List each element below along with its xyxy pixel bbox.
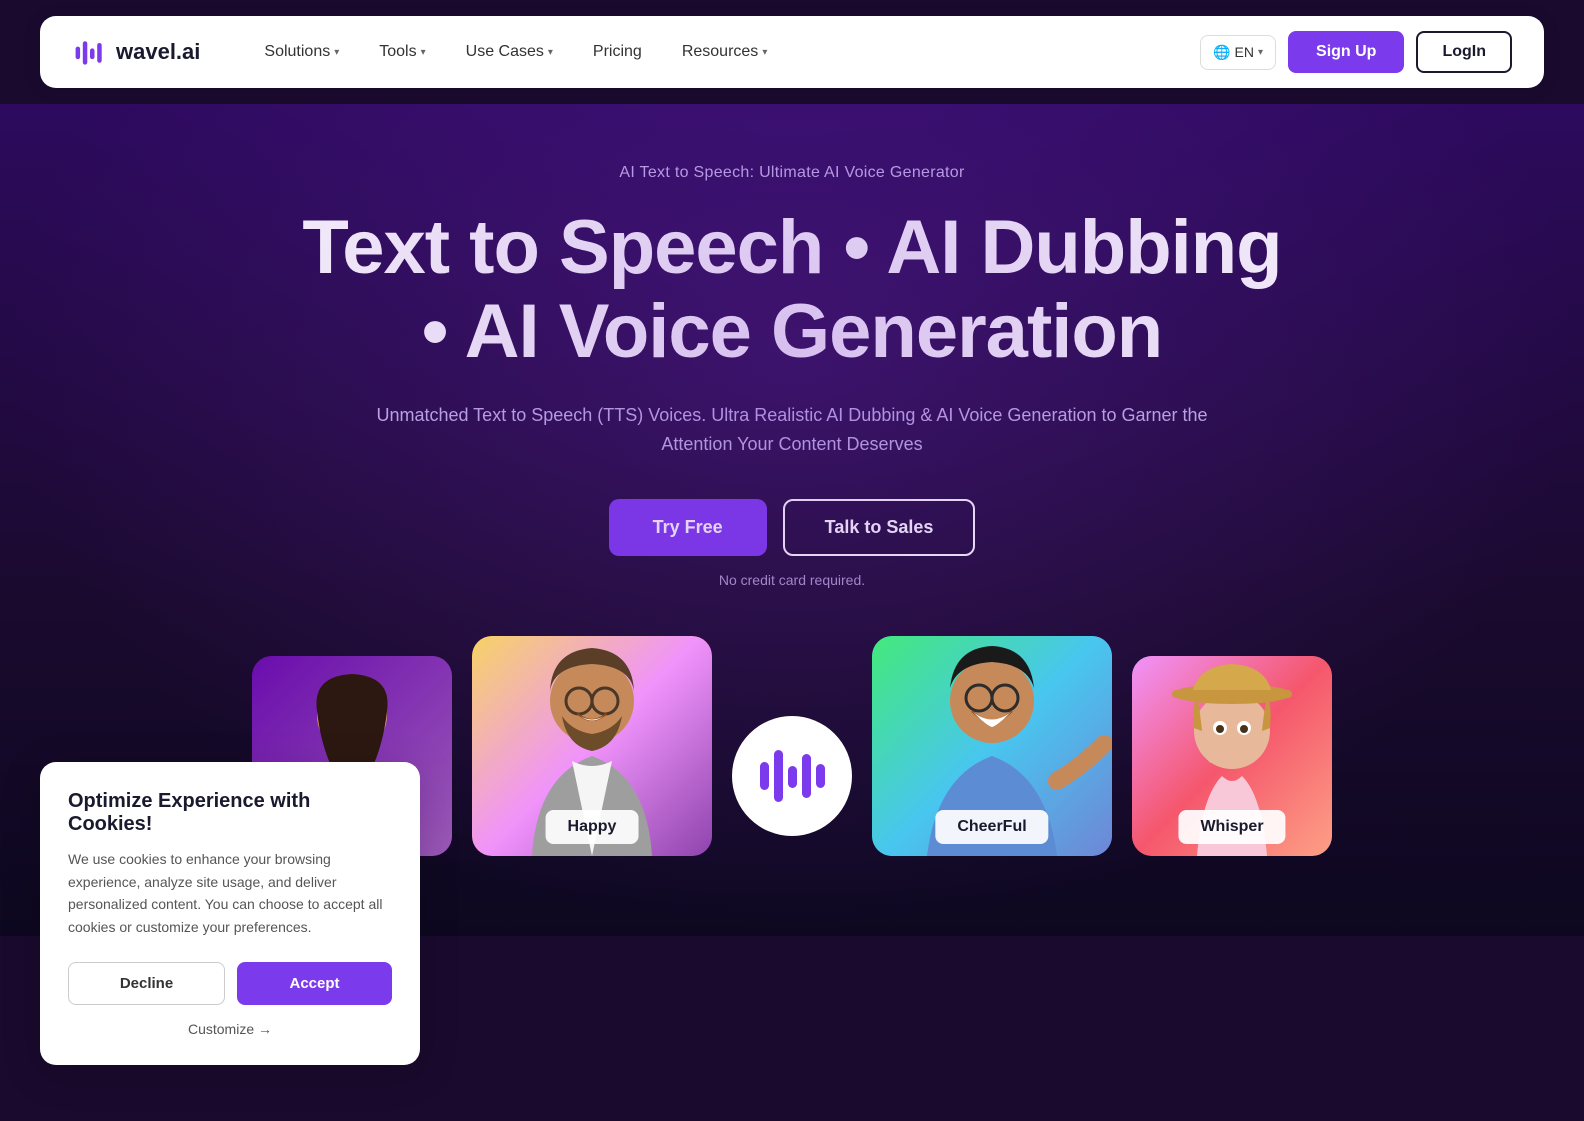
navbar: wavel.ai Solutions ▾ Tools ▾ Use Cases ▾… xyxy=(40,16,1544,88)
use-cases-chevron-icon: ▾ xyxy=(548,47,553,58)
cookie-title: Optimize Experience with Cookies! xyxy=(68,790,392,836)
nav-actions: 🌐 EN ▾ Sign Up LogIn xyxy=(1200,31,1512,73)
hero-title: Text to Speech • AI Dubbing • AI Voice G… xyxy=(40,206,1544,373)
globe-icon: 🌐 xyxy=(1213,44,1230,61)
resources-chevron-icon: ▾ xyxy=(762,47,767,58)
cookie-action-buttons: Decline Accept xyxy=(68,962,392,1005)
cookie-description: We use cookies to enhance your browsing … xyxy=(68,848,392,938)
nav-tools[interactable]: Tools ▾ xyxy=(363,35,441,69)
nav-links: Solutions ▾ Tools ▾ Use Cases ▾ Pricing … xyxy=(248,35,1200,69)
try-free-button[interactable]: Try Free xyxy=(609,499,767,556)
language-selector[interactable]: 🌐 EN ▾ xyxy=(1200,35,1276,70)
logo-text: wavel.ai xyxy=(116,39,200,65)
tools-chevron-icon: ▾ xyxy=(421,47,426,58)
no-credit-text: No credit card required. xyxy=(40,572,1544,588)
login-button[interactable]: LogIn xyxy=(1416,31,1512,73)
solutions-chevron-icon: ▾ xyxy=(334,47,339,58)
talk-to-sales-button[interactable]: Talk to Sales xyxy=(783,499,976,556)
hero-title-line2: • AI Voice Generation xyxy=(422,289,1162,374)
hero-subtitle: AI Text to Speech: Ultimate AI Voice Gen… xyxy=(40,164,1544,182)
nav-solutions[interactable]: Solutions ▾ xyxy=(248,35,355,69)
accept-button[interactable]: Accept xyxy=(237,962,392,1005)
hero-description: Unmatched Text to Speech (TTS) Voices. U… xyxy=(342,401,1242,459)
center-logo-circle[interactable] xyxy=(732,716,852,836)
voice-card-cheerful-label: CheerFul xyxy=(935,810,1048,844)
customize-link[interactable]: Customize → xyxy=(68,1021,392,1037)
globe-chevron-icon: ▾ xyxy=(1258,47,1263,58)
nav-use-cases[interactable]: Use Cases ▾ xyxy=(450,35,569,69)
logo[interactable]: wavel.ai xyxy=(72,34,200,70)
voice-card-happy[interactable]: Happy xyxy=(472,636,712,856)
nav-resources[interactable]: Resources ▾ xyxy=(666,35,784,69)
signup-button[interactable]: Sign Up xyxy=(1288,31,1404,73)
voice-card-whisper[interactable]: Whisper xyxy=(1132,656,1332,856)
voice-card-whisper-label: Whisper xyxy=(1178,810,1285,844)
voice-card-cheerful[interactable]: CheerFul xyxy=(872,636,1112,856)
hero-title-line1: Text to Speech • AI Dubbing xyxy=(302,205,1281,290)
cookie-banner: Optimize Experience with Cookies! We use… xyxy=(40,762,420,1065)
hero-cta-buttons: Try Free Talk to Sales xyxy=(40,499,1544,556)
decline-button[interactable]: Decline xyxy=(68,962,225,1005)
voice-card-happy-label: Happy xyxy=(546,810,639,844)
nav-pricing[interactable]: Pricing xyxy=(577,35,658,69)
